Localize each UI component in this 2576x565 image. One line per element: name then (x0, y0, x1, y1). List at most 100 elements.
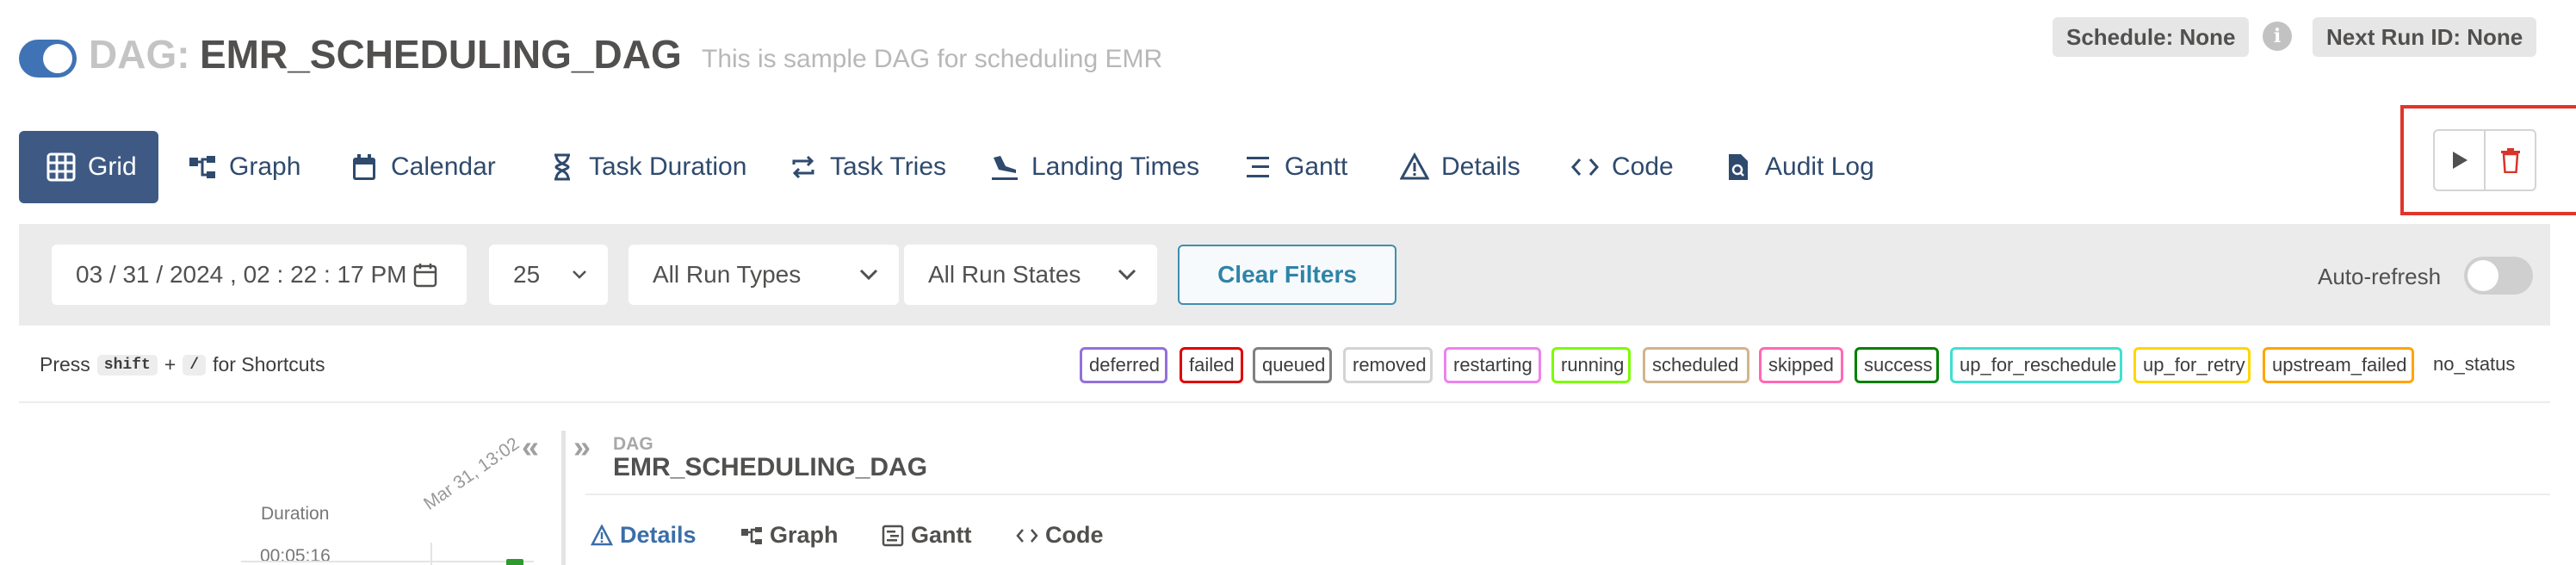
legend-up-for-retry[interactable]: up_for_retry (2133, 347, 2251, 383)
legend-failed[interactable]: failed (1180, 347, 1243, 383)
code-icon (1016, 528, 1038, 543)
dag-run-bar[interactable] (506, 559, 523, 565)
gantt-icon (1243, 152, 1273, 182)
dag-actions (2433, 129, 2536, 191)
play-icon (2452, 152, 2468, 169)
details-tab-graph[interactable]: Graph (740, 522, 839, 549)
sub-tab-label: Graph (770, 522, 839, 548)
details-dag-id[interactable]: EMR_SCHEDULING_DAG (613, 453, 927, 482)
num-runs-value: 25 (513, 261, 541, 288)
dag-pause-toggle[interactable] (19, 40, 77, 78)
graph-icon (188, 152, 217, 182)
tab-label: Code (1612, 152, 1674, 181)
delete-dag-button[interactable] (2484, 131, 2535, 189)
legend-queued[interactable]: queued (1253, 347, 1332, 383)
sub-tab-label: Gantt (911, 522, 972, 548)
chevron-down-icon (573, 270, 586, 279)
run-state-value: All Run States (928, 261, 1081, 288)
view-tabs: Grid Graph Calendar Task Duration Task T… (19, 131, 2550, 203)
dag-description: This is sample DAG for scheduling EMR (702, 45, 1163, 73)
tab-task-tries[interactable]: Task Tries (789, 131, 946, 203)
legend-success[interactable]: success (1855, 347, 1939, 383)
schedule-badge: Schedule: None (2053, 17, 2250, 57)
tab-gantt[interactable]: Gantt (1243, 131, 1347, 203)
details-divider (585, 494, 2550, 495)
tab-calendar[interactable]: Calendar (350, 131, 496, 203)
collapse-grid-button[interactable]: « (522, 429, 539, 465)
document-search-icon (1724, 152, 1753, 182)
warning-triangle-icon (591, 524, 613, 545)
shortcuts-hint: Press shift + / for Shortcuts (40, 353, 325, 376)
tab-label: Calendar (391, 152, 496, 181)
run-type-select[interactable]: All Run Types (629, 245, 899, 305)
calendar-icon (350, 152, 379, 182)
gantt-icon (882, 525, 904, 546)
legend-skipped[interactable]: skipped (1759, 347, 1843, 383)
dag-header: DAG: EMR_SCHEDULING_DAG This is sample D… (0, 0, 2576, 112)
duration-axis (241, 561, 534, 562)
auto-refresh-label: Auto-refresh (2318, 264, 2442, 289)
details-tab-gantt[interactable]: Gantt (882, 522, 972, 549)
tab-label: Landing Times (1031, 152, 1200, 181)
code-icon (1570, 152, 1600, 182)
duration-label: Duration (261, 504, 330, 524)
duration-axis-tick (430, 543, 432, 565)
details-tab-code[interactable]: Code (1016, 522, 1104, 549)
legend-running[interactable]: running (1551, 347, 1631, 383)
filter-bar: 03 / 31 / 2024 , 02 : 22 : 17 PM 25 All … (19, 224, 2550, 326)
sub-tab-label: Details (620, 522, 697, 548)
base-date-value: 03 / 31 / 2024 , 02 : 22 : 17 PM (76, 261, 407, 288)
tab-label: Task Duration (589, 152, 747, 181)
trigger-dag-button[interactable] (2435, 131, 2484, 189)
shortcuts-press: Press (40, 353, 90, 376)
num-runs-select[interactable]: 25 (489, 245, 608, 305)
run-date-label: Mar 31, 13:02 (420, 433, 523, 514)
legend-scheduled[interactable]: scheduled (1643, 347, 1749, 383)
legend-restarting[interactable]: restarting (1444, 347, 1541, 383)
tab-grid[interactable]: Grid (19, 131, 158, 203)
tab-landing-times[interactable]: Landing Times (990, 131, 1199, 203)
auto-refresh-toggle[interactable] (2464, 257, 2533, 295)
base-date-input[interactable]: 03 / 31 / 2024 , 02 : 22 : 17 PM (52, 245, 467, 305)
tab-audit-log[interactable]: Audit Log (1724, 131, 1874, 203)
tab-label: Grid (88, 152, 137, 181)
divider (19, 401, 2550, 403)
legend-upstream-failed[interactable]: upstream_failed (2263, 347, 2414, 383)
tab-code[interactable]: Code (1570, 131, 1674, 203)
hourglass-icon (548, 152, 577, 182)
info-icon[interactable]: i (2263, 22, 2292, 51)
next-run-badge: Next Run ID: None (2313, 17, 2537, 57)
tab-label: Details (1441, 152, 1520, 181)
shift-key: shift (96, 354, 158, 376)
shortcuts-suffix: for Shortcuts (213, 353, 325, 376)
shortcuts-plus: + (164, 353, 176, 376)
tab-details[interactable]: Details (1400, 131, 1520, 203)
tab-label: Gantt (1285, 152, 1348, 181)
details-dag-label: DAG (613, 434, 653, 454)
chevron-down-icon (1118, 269, 1136, 281)
toggle-knob (2468, 260, 2499, 291)
calendar-icon[interactable] (413, 262, 437, 288)
toggle-knob (43, 44, 72, 73)
panel-resizer[interactable] (561, 431, 566, 565)
legend-removed[interactable]: removed (1343, 347, 1433, 383)
tab-task-duration[interactable]: Task Duration (548, 131, 746, 203)
legend-no-status[interactable]: no_status (2433, 353, 2515, 376)
expand-details-button[interactable]: » (573, 429, 591, 465)
legend-deferred[interactable]: deferred (1080, 347, 1167, 383)
tab-label: Audit Log (1765, 152, 1874, 181)
warning-triangle-icon (1400, 152, 1429, 182)
legend-up-for-reschedule[interactable]: up_for_reschedule (1950, 347, 2122, 383)
tab-graph[interactable]: Graph (188, 131, 300, 203)
grid-icon (46, 152, 76, 182)
plane-landing-icon (990, 152, 1019, 182)
run-type-value: All Run Types (653, 261, 802, 288)
slash-key: / (183, 354, 207, 376)
clear-filters-button[interactable]: Clear Filters (1178, 245, 1396, 305)
chevron-down-icon (859, 269, 878, 281)
details-tab-details[interactable]: Details (591, 522, 697, 549)
run-state-select[interactable]: All Run States (904, 245, 1157, 305)
sub-tab-label: Code (1045, 522, 1104, 548)
tab-label: Task Tries (830, 152, 947, 181)
tab-label: Graph (229, 152, 301, 181)
